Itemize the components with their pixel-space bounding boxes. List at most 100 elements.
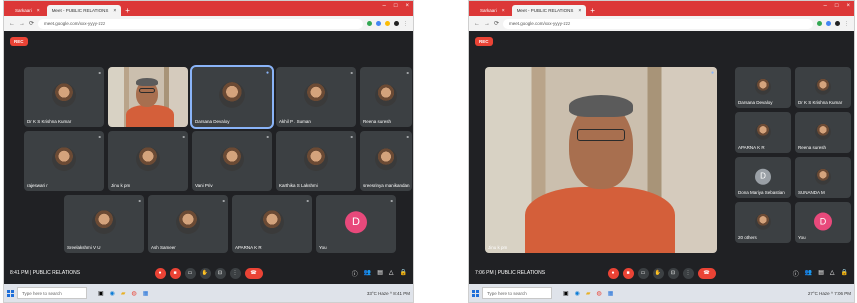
host-controls-icon[interactable]: 🔒 (841, 269, 848, 278)
close-window-icon[interactable]: × (846, 3, 850, 9)
participant-tile[interactable]: ⁎ Reena suresh (360, 67, 412, 127)
avatar (755, 123, 771, 140)
chrome-icon[interactable]: ◍ (597, 290, 602, 297)
participant-tile[interactable]: SUNANDA M (795, 157, 851, 198)
participant-tile[interactable]: ⁎ APARNA K R (232, 195, 312, 253)
participant-tile[interactable]: ⁎ Jinu k pm (108, 131, 188, 191)
store-icon[interactable]: ▦ (143, 290, 149, 297)
url-field[interactable]: meet.google.com/xxx-yyyy-zzz (38, 18, 363, 29)
folder-icon[interactable]: ▰ (121, 290, 126, 297)
tab-sarkaari[interactable]: Sarkaari × (10, 5, 45, 16)
camera-toggle-button[interactable]: ■ (169, 267, 181, 279)
participant-tile[interactable]: ⁎ sreesrinya manikandan (360, 131, 412, 191)
back-icon[interactable]: ← (9, 21, 15, 27)
taskbar-search[interactable]: Type here to search (17, 287, 87, 299)
minimize-icon[interactable]: – (824, 3, 827, 9)
task-view-icon[interactable]: ▣ (563, 290, 569, 297)
participant-tile-self[interactable]: D ⁎ You (316, 195, 396, 253)
more-options-button[interactable]: ⋮ (229, 267, 241, 279)
close-tab-icon[interactable]: × (578, 8, 581, 14)
participant-tile[interactable]: ⁎ Akhil P . Suman (276, 67, 356, 127)
reload-icon[interactable]: ⟳ (494, 20, 499, 27)
taskbar-search[interactable]: Type here to search (482, 287, 552, 299)
participant-tile[interactable]: ⁎ rajeswari r (24, 131, 104, 191)
mic-toggle-button[interactable]: ● (154, 267, 166, 279)
mic-off-icon: ⁎ (390, 198, 394, 204)
edge-icon[interactable]: ◉ (110, 290, 115, 297)
reload-icon[interactable]: ⟳ (29, 20, 34, 27)
raise-hand-button[interactable]: ✋ (199, 267, 211, 279)
back-icon[interactable]: ← (474, 21, 480, 27)
kebab-menu-icon[interactable]: ⋮ (403, 21, 408, 27)
kebab-menu-icon[interactable]: ⋮ (844, 21, 849, 27)
chat-icon[interactable]: ▤ (377, 269, 383, 278)
close-tab-icon[interactable]: × (37, 8, 40, 14)
main-speaker-video[interactable]: ● Jinu k pm (485, 67, 717, 253)
participant-tile[interactable]: ⁎ Ash Sameer (148, 195, 228, 253)
activities-icon[interactable]: △ (830, 269, 835, 278)
edge-icon[interactable]: ◉ (575, 290, 580, 297)
participant-tile[interactable]: ⁎ Vani Priv (192, 131, 272, 191)
extension-icon[interactable] (817, 21, 822, 26)
new-tab-button[interactable]: + (590, 5, 595, 16)
mic-toggle-button[interactable]: ● (607, 267, 619, 279)
extension-icon[interactable] (385, 21, 390, 26)
extension-icon[interactable] (367, 21, 372, 26)
chrome-icon[interactable]: ◍ (132, 290, 137, 297)
profile-avatar[interactable] (835, 21, 840, 26)
people-icon[interactable]: 👥 (805, 269, 812, 278)
store-icon[interactable]: ▦ (608, 290, 614, 297)
participant-tile[interactable]: ⁎ Karthika S Lakshmi (276, 131, 356, 191)
minimize-icon[interactable]: – (383, 3, 386, 9)
participant-tile[interactable]: Reena suresh (795, 112, 851, 153)
participant-tile[interactable]: Dr K S Krishna Kumar (795, 67, 851, 108)
system-tray: 33°C Haze ^ 8:41 PM (366, 290, 410, 296)
leave-call-button[interactable]: ☎ (697, 267, 716, 279)
close-tab-icon[interactable]: × (502, 8, 505, 14)
activities-icon[interactable]: △ (389, 269, 394, 278)
close-window-icon[interactable]: × (405, 3, 409, 9)
people-icon[interactable]: 👥 (364, 269, 371, 278)
raise-hand-button[interactable]: ✋ (652, 267, 664, 279)
task-view-icon[interactable]: ▣ (98, 290, 104, 297)
participant-name: Dona Mariya Sebastian (738, 190, 785, 195)
extensions: ⋮ (367, 21, 408, 27)
others-tile[interactable]: 20 others (735, 202, 791, 243)
info-icon[interactable]: ⓘ (793, 269, 799, 278)
captions-button[interactable]: ▭ (184, 267, 196, 279)
present-button[interactable]: ⊡ (667, 267, 679, 279)
more-options-button[interactable]: ⋮ (682, 267, 694, 279)
chat-icon[interactable]: ▤ (818, 269, 824, 278)
forward-icon[interactable]: → (19, 21, 25, 27)
maximize-icon[interactable]: □ (394, 3, 398, 9)
participant-tile[interactable]: D Dona Mariya Sebastian (735, 157, 791, 198)
participant-tile-self[interactable]: D You (795, 202, 851, 243)
participant-name: sreesrinya manikandan (363, 183, 410, 188)
windows-start-icon[interactable] (472, 289, 479, 297)
participant-tile[interactable]: ● Darsana Devaloy (190, 65, 274, 129)
leave-call-button[interactable]: ☎ (244, 267, 263, 279)
close-tab-icon[interactable]: × (113, 8, 116, 14)
tab-sarkaari[interactable]: Sarkaari × (475, 5, 510, 16)
present-button[interactable]: ⊡ (214, 267, 226, 279)
forward-icon[interactable]: → (484, 21, 490, 27)
participant-video-tile[interactable] (108, 67, 188, 127)
participant-tile[interactable]: Darsana Devaloy (735, 67, 791, 108)
extension-icon[interactable] (826, 21, 831, 26)
folder-icon[interactable]: ▰ (586, 290, 591, 297)
camera-toggle-button[interactable]: ■ (622, 267, 634, 279)
maximize-icon[interactable]: □ (835, 3, 839, 9)
info-icon[interactable]: ⓘ (352, 269, 358, 278)
extension-icon[interactable] (376, 21, 381, 26)
tab-meet[interactable]: Meet - PUBLIC RELATIONS × (511, 5, 587, 16)
tab-meet[interactable]: Meet - PUBLIC RELATIONS × (46, 5, 122, 16)
participant-tile[interactable]: ⁎ Sreelakshmi V U (64, 195, 144, 253)
captions-button[interactable]: ▭ (637, 267, 649, 279)
windows-start-icon[interactable] (7, 289, 14, 297)
new-tab-button[interactable]: + (125, 5, 130, 16)
host-controls-icon[interactable]: 🔒 (400, 269, 407, 278)
profile-avatar[interactable] (394, 21, 399, 26)
participant-tile[interactable]: APARNA K R (735, 112, 791, 153)
url-field[interactable]: meet.google.com/xxx-yyyy-zzz (503, 18, 813, 29)
participant-tile[interactable]: ⁎ Dr K S Krishna Kumar (24, 67, 104, 127)
